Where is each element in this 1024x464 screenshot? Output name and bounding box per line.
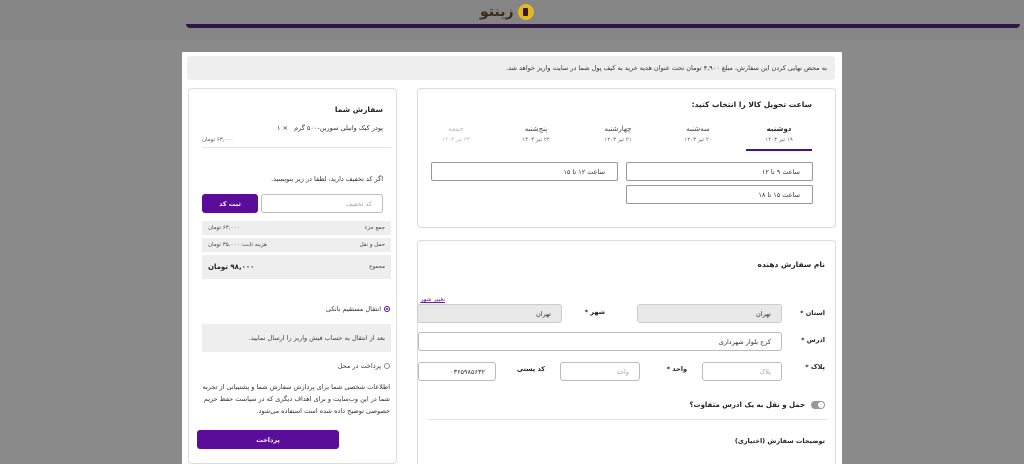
total-label: مجموع [369, 264, 385, 270]
address-label: ادرس * [801, 336, 825, 344]
divider [202, 147, 391, 148]
postal-code-label: کد پستی [516, 365, 545, 373]
province-label: استان * [800, 309, 825, 317]
divider [427, 419, 827, 420]
shipping-label: حمل و نقل [359, 242, 385, 248]
total-value: ۹۸,۰۰۰ تومان [208, 263, 255, 271]
time-slot-9-12[interactable]: ساعت ۹ تا ۱۲ [626, 162, 813, 181]
subtotal-row: جمع جزء ۶۳,۰۰۰ تومان [202, 221, 391, 235]
top-bar: زینتو [0, 0, 1024, 40]
order-item-price: ۶۳,۰۰۰ تومان [202, 137, 234, 143]
payment-cod-radio[interactable] [384, 363, 390, 369]
payment-bank-description: بعد از انتقال به حساب فیش واریز را ارسال… [202, 324, 391, 352]
header-accent-line [186, 24, 1020, 28]
order-item-name: پودر کیک وانیلی سورین-۵۰۰ گرم × ۱ [277, 124, 383, 132]
address-input[interactable]: کرج بلوار شهرداری [418, 332, 782, 351]
sender-title: نام سفارش دهنده [757, 260, 825, 269]
payment-bank-label[interactable]: انتقال مستقیم بانکی [326, 305, 381, 313]
shipping-row: حمل و نقل هزینه ثابت: ۳۵,۰۰۰ تومان [202, 238, 391, 252]
order-summary-box: سفارش شما پودر کیک وانیلی سورین-۵۰۰ گرم … [188, 88, 397, 464]
order-notes-label: توضیحات سفارش (اختیاری) [734, 437, 825, 445]
coupon-hint: اگر کد تخفیف دارید، لطفا در زیر بنویسید. [271, 175, 383, 183]
plaque-label: پلاک * [805, 363, 825, 371]
coupon-input[interactable]: کد تخفیف [261, 194, 383, 213]
time-slot-15-18[interactable]: ساعت ۱۵ تا ۱۸ [626, 185, 813, 204]
day-tab-friday: جمعه ۲۳ تیر ۱۴۰۳ [442, 125, 470, 143]
city-select[interactable]: تهران [417, 304, 562, 323]
payment-bank-radio[interactable] [384, 306, 390, 312]
change-city-link[interactable]: تغییر شهر [420, 296, 445, 303]
apply-coupon-button[interactable]: ثبت کد [202, 194, 258, 213]
day-tab-active-indicator [746, 149, 812, 151]
province-select[interactable]: تهران [637, 304, 782, 323]
day-tab-thursday[interactable]: پنج‌شنبه ۲۲ تیر ۱۴۰۳ [503, 125, 569, 143]
delivery-title: ساعت تحویل کالا را انتخاب کنید: [691, 100, 812, 109]
unit-input[interactable]: واحد [560, 362, 640, 381]
plaque-input[interactable]: پلاک [702, 362, 782, 381]
logo-text: زینتو [480, 4, 514, 20]
shipping-value: هزینه ثابت: ۳۵,۰۰۰ تومان [208, 242, 267, 248]
subtotal-label: جمع جزء [364, 225, 385, 231]
different-address-toggle[interactable] [811, 401, 825, 409]
postal-code-input[interactable]: ۰۳۶۵۹۸۵۶۳۲ [418, 362, 496, 381]
payment-cod-label[interactable]: پرداخت در محل [338, 362, 381, 370]
time-slot-12-15[interactable]: ساعت ۱۲ تا ۱۵ [431, 162, 618, 181]
logo-icon [517, 4, 534, 20]
delivery-time-box: ساعت تحویل کالا را انتخاب کنید: دوشنبه ۱… [417, 88, 836, 228]
site-logo[interactable]: زینتو [480, 2, 534, 22]
city-label: شهر * [584, 308, 605, 316]
different-address-label: حمل و نقل به یک ادرس متفاوت؟ [689, 401, 805, 409]
wallet-gift-notice: به محض نهایی کردن این سفارش، مبلغ ۴,۹۰۰ … [187, 56, 835, 80]
unit-label: واحد * [666, 365, 687, 373]
checkout-panel: به محض نهایی کردن این سفارش، مبلغ ۴,۹۰۰ … [182, 52, 842, 464]
total-row: مجموع ۹۸,۰۰۰ تومان [202, 255, 391, 279]
sender-info-box: نام سفارش دهنده تغییر شهر استان * تهران … [417, 240, 836, 464]
pay-button[interactable]: پرداخت [197, 430, 339, 449]
day-tab-monday[interactable]: دوشنبه ۱۹ تیر ۱۴۰۳ [746, 125, 812, 143]
day-tab-wednesday[interactable]: چهارشنبه ۲۱ تیر ۱۴۰۳ [585, 125, 651, 143]
subtotal-value: ۶۳,۰۰۰ تومان [208, 225, 240, 231]
privacy-policy-text: اطلاعات شخصی شما برای پردازش سفارش شما و… [202, 383, 390, 415]
day-tab-tuesday[interactable]: سه‌شنبه ۲۰ تیر ۱۴۰۳ [665, 125, 731, 143]
order-title: سفارش شما [334, 105, 383, 114]
